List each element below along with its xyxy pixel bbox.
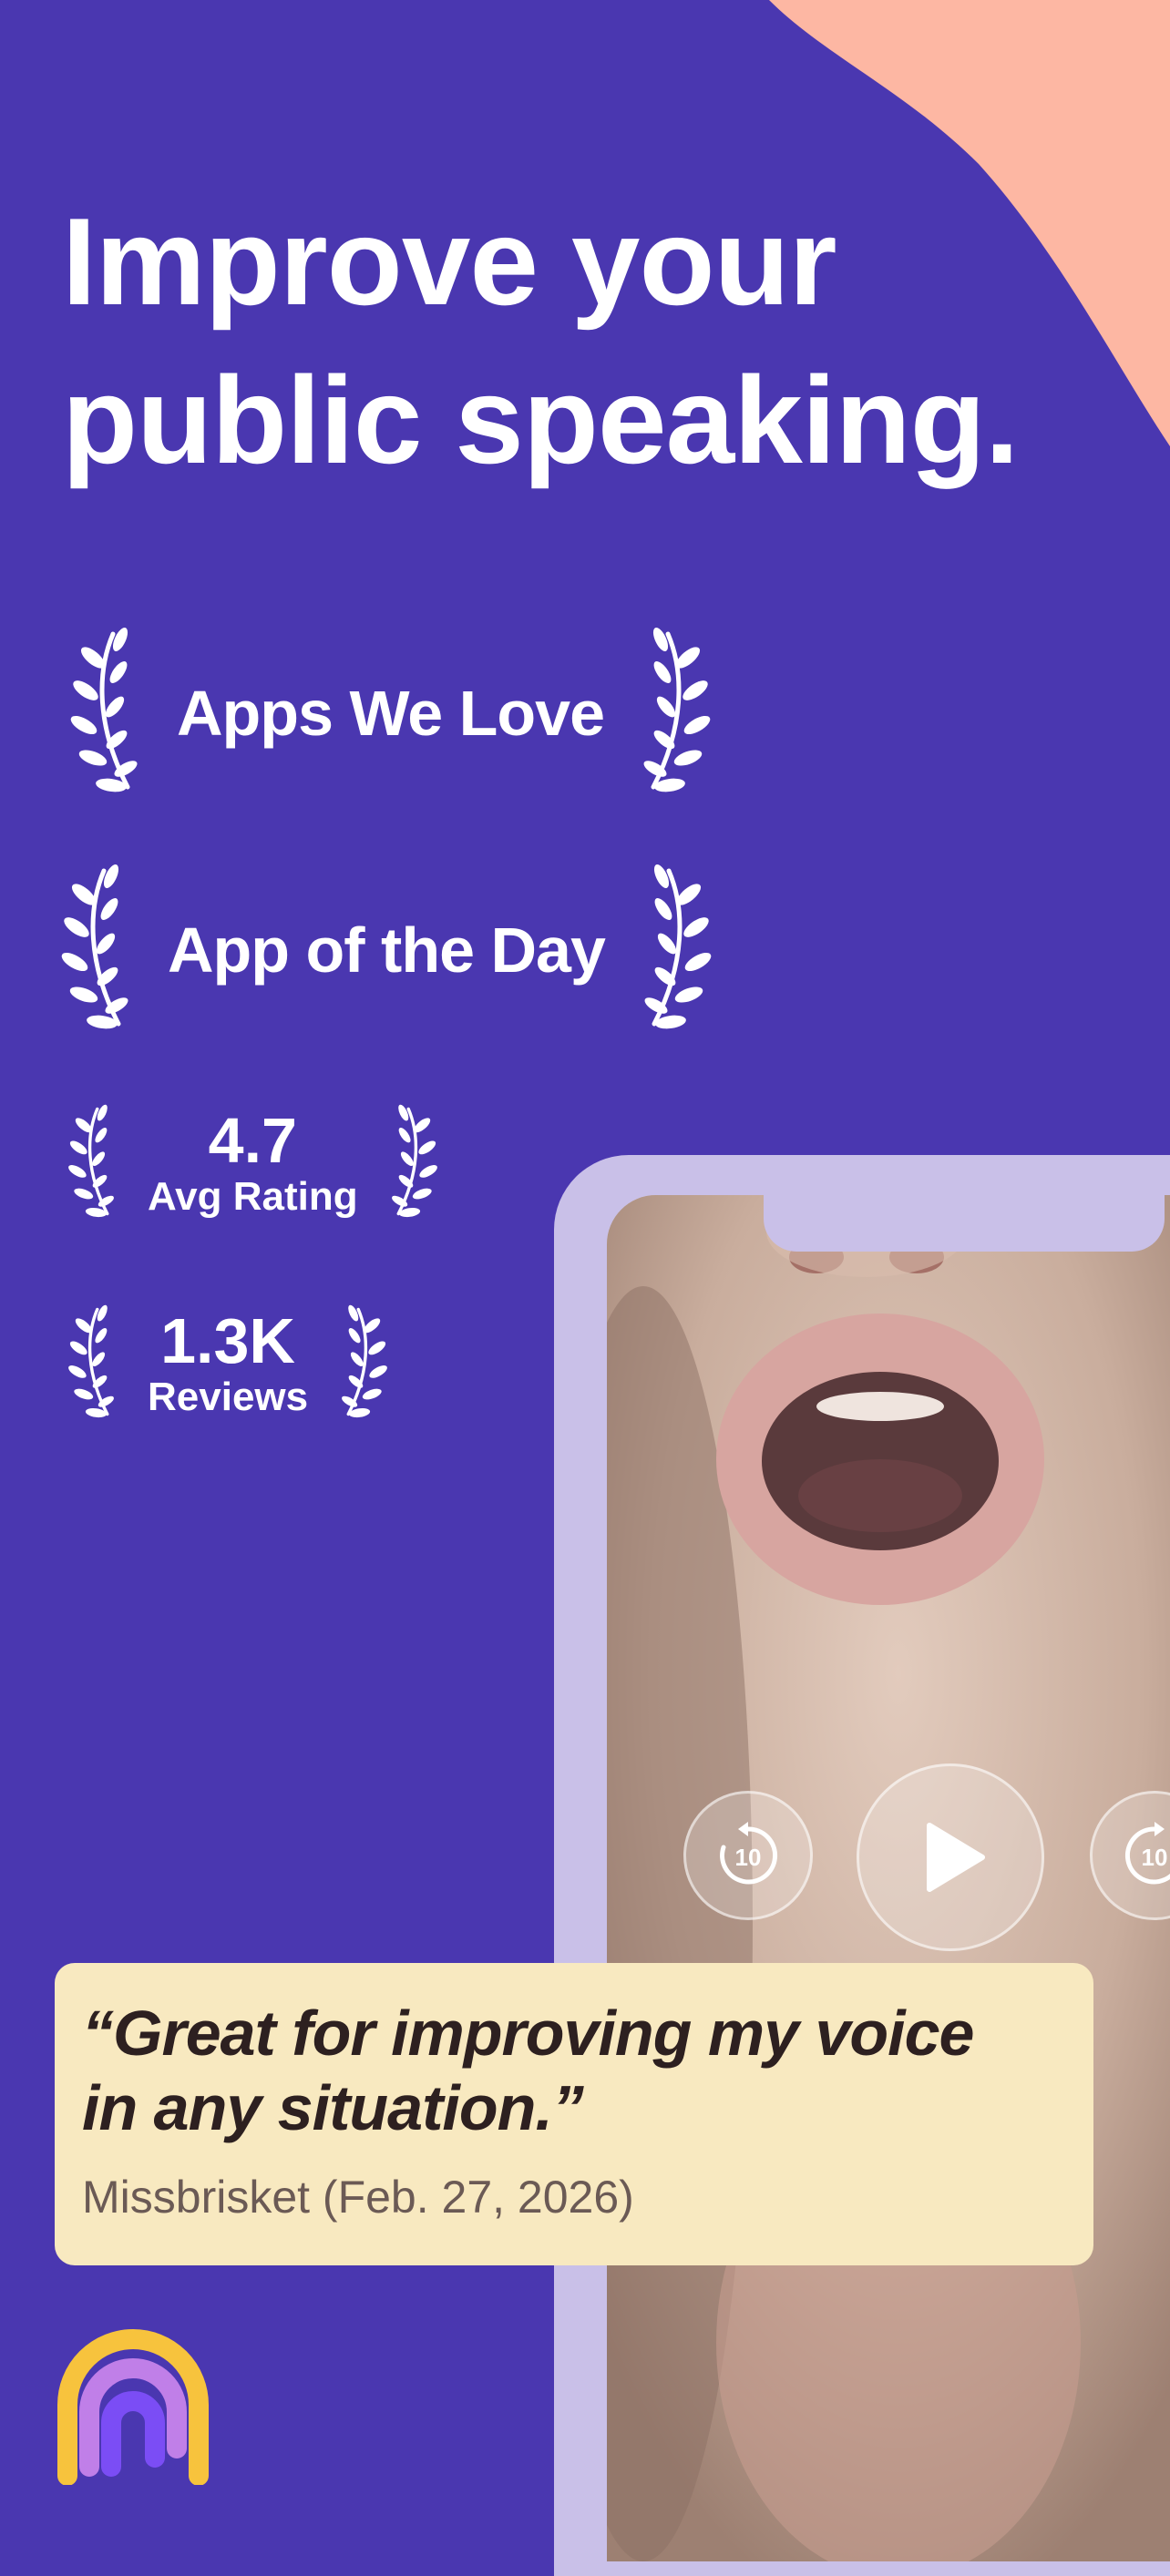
laurel-right-icon [328,1304,397,1423]
play-button[interactable] [857,1763,1044,1951]
rating-value: 4.7 [208,1105,297,1176]
stat-reviews: 1.3K Reviews [58,1304,397,1423]
laurel-left-icon [58,1304,128,1423]
forward-label: 10 [1142,1844,1168,1871]
award-app-of-the-day: App of the Day [47,864,725,1037]
rating-label: Avg Rating [148,1174,358,1219]
review-card: “Great for improving my voice in any sit… [55,1963,1093,2265]
laurel-right-icon [378,1104,447,1222]
reviews-value: 1.3K [160,1305,295,1376]
reviews-label: Reviews [148,1375,309,1419]
forward-10-icon: 10 [1124,1822,1170,1885]
headline-line-1: Improve your [62,192,837,331]
laurel-left-icon [56,627,157,800]
headline-line-2: public speaking. [62,351,1020,489]
phone-notch [764,1195,1165,1252]
laurel-left-icon [47,864,148,1037]
review-quote: “Great for improving my voice in any sit… [82,1996,1084,2145]
laurel-left-icon [58,1104,128,1222]
award-label: Apps We Love [177,678,605,749]
rewind-10-icon: 10 [720,1822,778,1885]
rewind-label: 10 [735,1844,762,1871]
review-quote-line-2: in any situation.” [82,2072,584,2143]
app-logo [57,2329,209,2485]
award-label: App of the Day [168,915,606,986]
headline: Improve your public speaking. [62,182,1155,499]
rewind-10-button[interactable]: 10 [683,1791,813,1920]
laurel-right-icon [625,864,725,1037]
review-author: Missbrisket (Feb. 27, 2026) [82,2172,634,2223]
review-quote-line-1: “Great for improving my voice [82,1998,974,2069]
laurel-right-icon [624,627,724,800]
play-icon [927,1823,985,1892]
stat-avg-rating: 4.7 Avg Rating [58,1104,447,1222]
award-apps-we-love: Apps We Love [56,627,724,800]
